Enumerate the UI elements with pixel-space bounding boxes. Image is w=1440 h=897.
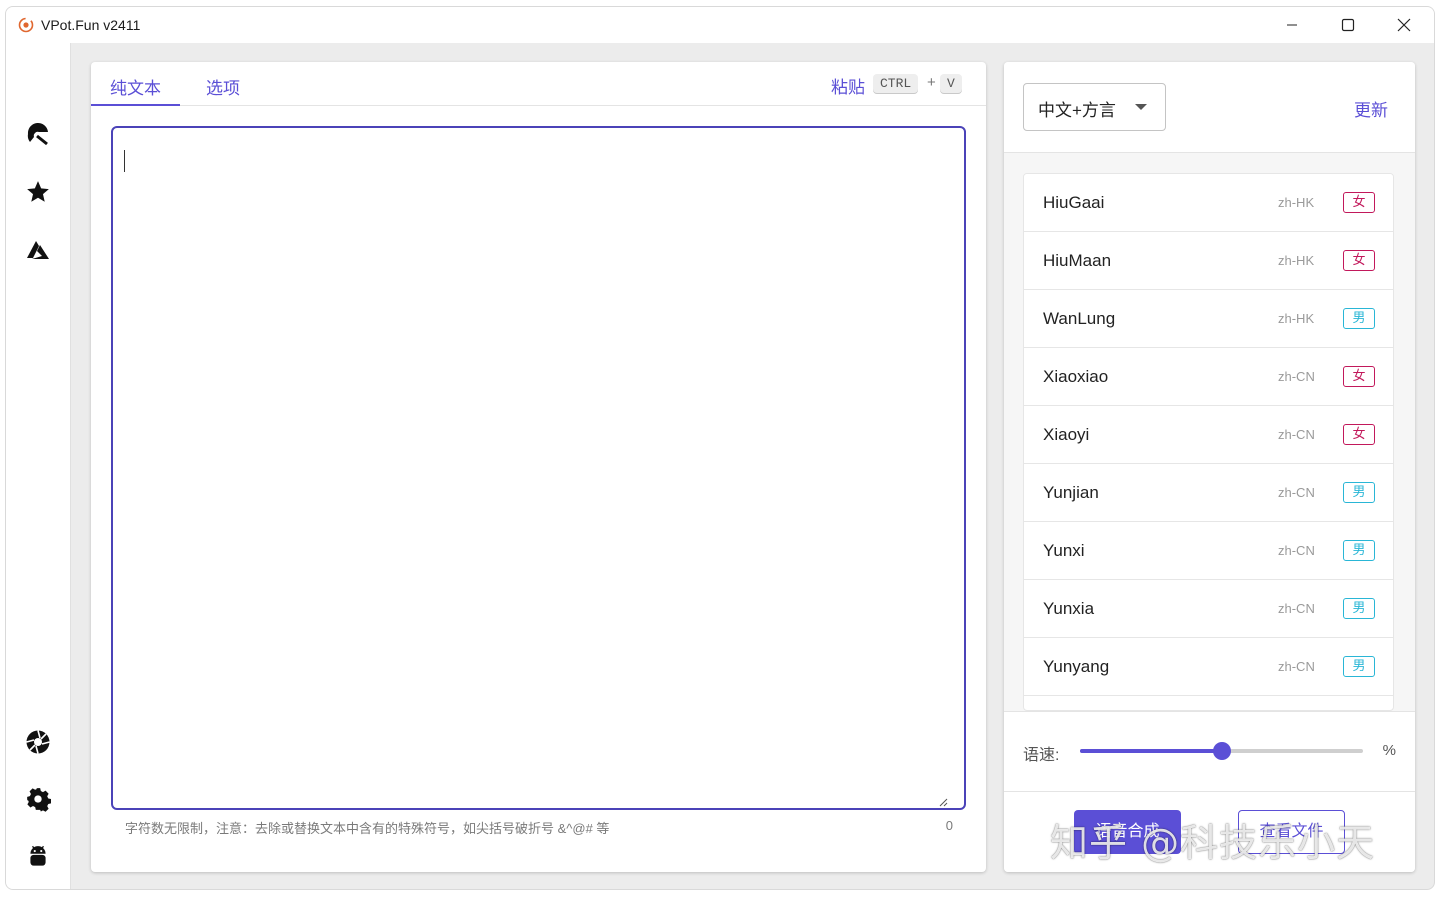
voice-item[interactable]: Xiaoxiao zh-CN 女 (1024, 348, 1393, 406)
voice-name: Yunxi (1043, 541, 1085, 560)
sidebar-item-aperture[interactable] (24, 728, 52, 756)
update-button[interactable]: 更新 (1354, 96, 1388, 121)
speed-unit: % (1382, 742, 1396, 759)
azure-icon (27, 241, 49, 259)
speed-label: 语速: (1023, 747, 1060, 764)
sidebar-item-android[interactable] (24, 843, 52, 871)
char-count: 0 (945, 818, 953, 833)
voice-item[interactable]: HiuMaan zh-HK 女 (1024, 232, 1393, 290)
language-select-value: 中文+方言 (1038, 101, 1116, 120)
text-input[interactable] (111, 126, 966, 810)
speed-slider[interactable] (1080, 742, 1363, 760)
voice-name: Yunxia (1043, 599, 1095, 618)
speed-slider-fill (1080, 749, 1222, 753)
gender-badge: 女 (1343, 250, 1375, 271)
close-icon (1397, 18, 1411, 32)
text-editor-card: 纯文本 选项 粘贴 CTRL + V 字符数无限制，注意：去除或替换文本中含有的… (91, 62, 986, 872)
voice-item[interactable]: Yunxi zh-CN 男 (1024, 522, 1393, 580)
sidebar-item-edge[interactable] (24, 120, 52, 148)
title-bar: VPot.Fun v2411 (6, 7, 1434, 43)
voice-name: Yunjian (1043, 483, 1099, 502)
minimize-icon (1287, 24, 1297, 26)
gender-badge: 男 (1343, 540, 1375, 561)
microsoft-edge-icon (27, 122, 48, 146)
app-window: VPot.Fun v2411 纯文本 选项 粘贴 CTRL + V 字符数无限制… (5, 6, 1435, 890)
tab-options[interactable]: 选项 (180, 62, 266, 106)
shortcut-ctrl-key: CTRL (873, 74, 919, 94)
voice-locale: zh-HK (1278, 195, 1315, 210)
editor-tabs: 纯文本 选项 粘贴 CTRL + V (91, 62, 986, 106)
voice-panel: 中文+方言 更新 HiuGaai zh-HK 女 HiuMaan zh-HK 女… (1004, 62, 1415, 872)
shortcut-plus: + (927, 74, 936, 91)
close-button[interactable] (1376, 7, 1432, 43)
voice-item[interactable]: Yunjian zh-CN 男 (1024, 464, 1393, 522)
voice-item[interactable]: Yunxia zh-CN 男 (1024, 580, 1393, 638)
voice-name: Xiaoxiao (1043, 367, 1109, 386)
voice-locale: zh-CN (1278, 659, 1315, 674)
star-icon (27, 181, 49, 202)
voice-item[interactable]: WanLung zh-HK 男 (1024, 290, 1393, 348)
gender-badge: 女 (1343, 366, 1375, 387)
watermark: 知乎 @科技乐小天 (1050, 821, 1376, 865)
text-caret (124, 150, 125, 172)
voice-item[interactable]: Xiaoyi zh-CN 女 (1024, 406, 1393, 464)
input-hint: 字符数无限制，注意：去除或替换文本中含有的特殊符号，如尖括号破折号 &^@# 等 (125, 821, 610, 836)
voice-locale: zh-CN (1278, 601, 1315, 616)
sidebar (6, 43, 71, 889)
voice-item[interactable]: Yunyang zh-CN 男 (1024, 638, 1393, 696)
tab-plain-text[interactable]: 纯文本 (91, 62, 180, 106)
voice-name: Yunyang (1043, 657, 1110, 676)
voice-name: WanLung (1043, 309, 1116, 328)
voice-locale: zh-CN (1278, 543, 1315, 558)
voice-panel-header: 中文+方言 更新 (1004, 62, 1415, 153)
voice-locale: zh-HK (1278, 311, 1315, 326)
voice-locale: zh-CN (1278, 485, 1315, 500)
speed-slider-thumb[interactable] (1213, 742, 1231, 760)
language-select[interactable]: 中文+方言 (1023, 83, 1166, 131)
gender-badge: 女 (1343, 192, 1375, 213)
voice-list[interactable]: HiuGaai zh-HK 女 HiuMaan zh-HK 女 WanLung … (1023, 173, 1394, 711)
gender-badge: 男 (1343, 308, 1375, 329)
gear-icon (27, 788, 51, 812)
aperture-icon (26, 730, 50, 754)
sidebar-item-settings[interactable] (24, 785, 52, 813)
voice-locale: zh-CN (1278, 427, 1315, 442)
gender-badge: 女 (1343, 424, 1375, 445)
window-title: VPot.Fun v2411 (41, 17, 141, 33)
voice-name: HiuMaan (1043, 251, 1112, 270)
shortcut-v-key: V (940, 74, 962, 94)
maximize-button[interactable] (1320, 7, 1376, 43)
app-logo-icon (18, 17, 34, 33)
voice-item[interactable]: HiuGaai zh-HK 女 (1024, 174, 1393, 232)
android-icon (30, 845, 46, 866)
gender-badge: 男 (1343, 656, 1375, 677)
minimize-button[interactable] (1264, 7, 1320, 43)
maximize-icon (1341, 18, 1355, 32)
gender-badge: 男 (1343, 598, 1375, 619)
paste-button[interactable]: 粘贴 (831, 73, 865, 98)
chevron-down-icon (1135, 104, 1147, 110)
sidebar-item-favorites[interactable] (24, 178, 52, 206)
gender-badge: 男 (1343, 482, 1375, 503)
voice-name: Xiaoyi (1043, 425, 1090, 444)
sidebar-item-azure[interactable] (24, 236, 52, 264)
resize-grip-icon[interactable] (938, 797, 948, 807)
voice-locale: zh-CN (1278, 369, 1315, 384)
voice-name: HiuGaai (1043, 193, 1105, 212)
speed-control: 语速: % (1004, 711, 1415, 791)
voice-locale: zh-HK (1278, 253, 1315, 268)
